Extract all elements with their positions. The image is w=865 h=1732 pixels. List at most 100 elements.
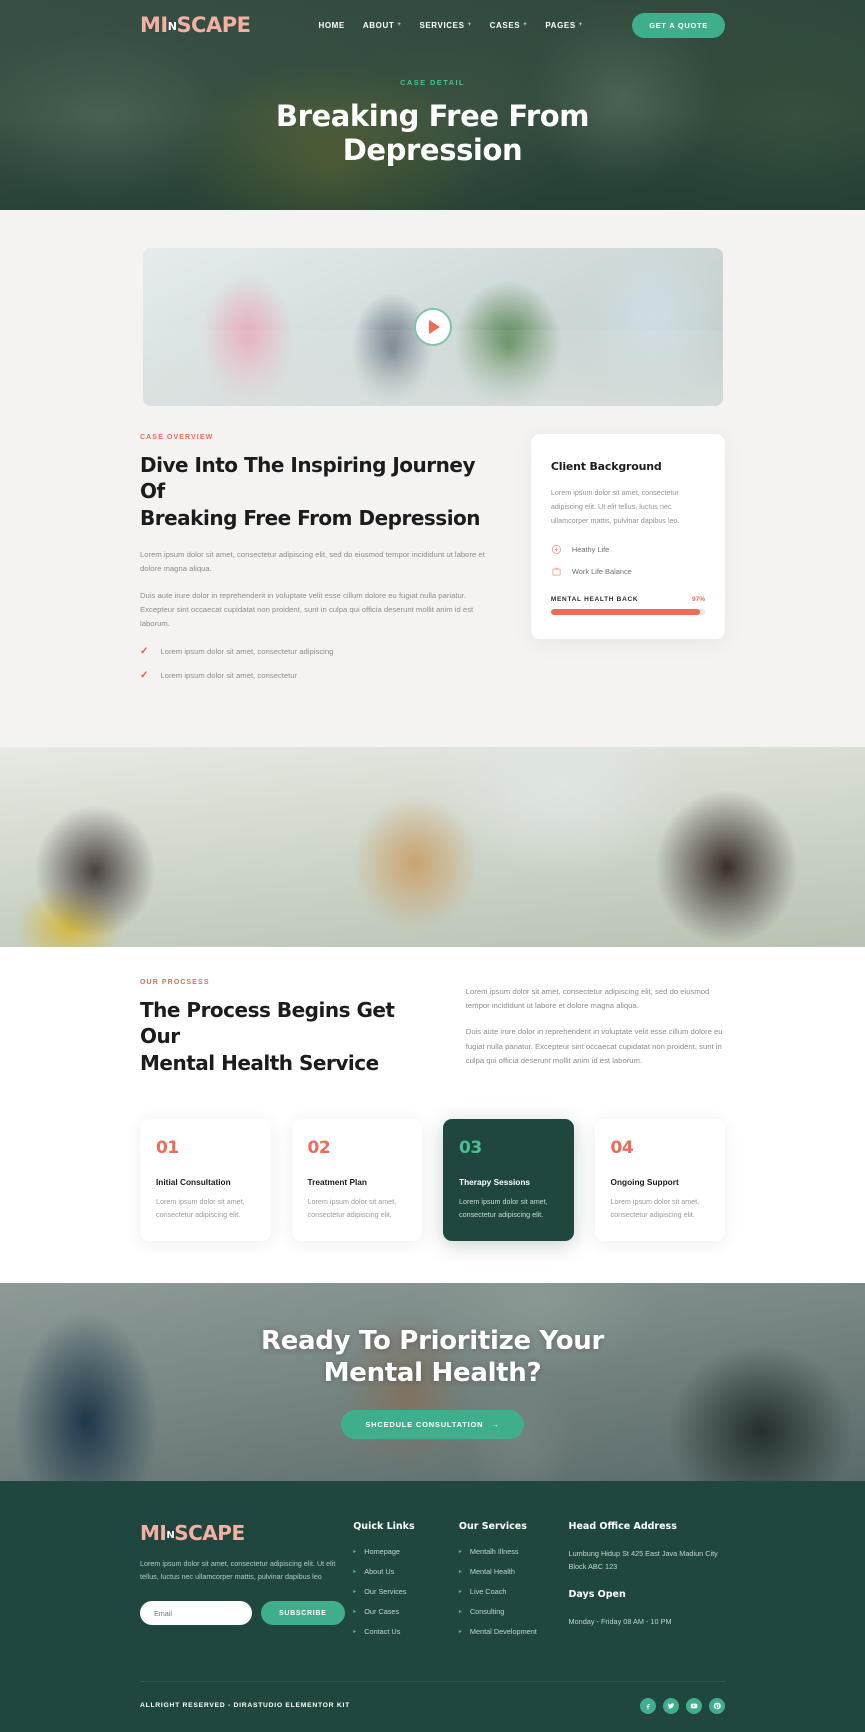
link-label: Mental Health xyxy=(469,1566,515,1576)
process-card-02[interactable]: 02 Treatment Plan Lorem ipsum dolor sit … xyxy=(291,1119,422,1241)
process-card-title: Initial Consultation xyxy=(156,1177,231,1188)
chevron-down-icon: + xyxy=(523,22,528,28)
process-card-title: Therapy Sessions xyxy=(459,1177,531,1188)
process-title-line-1: The Process Begins Get Our xyxy=(140,997,395,1049)
check-label: Lorem ipsum dolor sit amet, consectetur … xyxy=(160,647,334,657)
nav-item-cases[interactable]: CASES + xyxy=(490,21,528,30)
nav-item-services[interactable]: SERVICES + xyxy=(419,21,471,30)
chevron-down-icon: + xyxy=(578,22,583,28)
arrow-right-icon: → xyxy=(491,1419,500,1429)
footer-address-column: Head Office Address Lumbung Hidup St 425… xyxy=(569,1521,726,1647)
footer-logo-part-1: MI xyxy=(140,1520,167,1545)
progress-header: MENTAL HEALTH BACK 97% xyxy=(551,596,705,603)
footer-service-mental-health[interactable]: ▸ Mental Health xyxy=(459,1567,565,1576)
logo-part-2: SCAPE xyxy=(176,13,251,37)
process-eyebrow: OUR PROCSESS xyxy=(140,978,210,986)
chevron-down-icon: + xyxy=(397,22,402,28)
address-heading: Head Office Address xyxy=(568,1520,677,1532)
footer-service-live-coach[interactable]: ▸ Live Coach xyxy=(459,1587,565,1596)
footer-link-about-us[interactable]: ▸ About Us xyxy=(353,1567,459,1576)
process-card-04[interactable]: 04 Ongoing Support Lorem ipsum dolor sit… xyxy=(594,1119,725,1241)
footer-service-mental-illness[interactable]: ▸ Mentalh Illness xyxy=(459,1547,565,1556)
youtube-icon[interactable] xyxy=(686,1697,702,1714)
cta-title-line-2: Mental Health? xyxy=(323,1358,542,1389)
nav-label: SERVICES xyxy=(419,20,465,30)
schedule-consultation-button[interactable]: SHCEDULE CONSULTATION → xyxy=(341,1409,524,1439)
site-logo[interactable]: MINSCAPE xyxy=(140,13,251,37)
arrow-right-icon: ▸ xyxy=(458,1588,462,1595)
overview-check-list: ✓ Lorem ipsum dolor sit amet, consectetu… xyxy=(140,647,493,682)
nav-item-pages[interactable]: PAGES + xyxy=(545,21,583,30)
quick-links-heading: Quick Links xyxy=(353,1520,415,1532)
play-button-icon[interactable] xyxy=(413,308,452,346)
overview-title-line-1: Dive Into The Inspiring Journey Of xyxy=(140,453,476,504)
overview-paragraph-2: Duis aute irure dolor in reprehenderit i… xyxy=(140,590,474,629)
chevron-down-icon: + xyxy=(467,22,472,28)
process-card-03[interactable]: 03 Therapy Sessions Lorem ipsum dolor si… xyxy=(443,1119,574,1241)
client-card-title: Client Background xyxy=(550,460,662,473)
social-links xyxy=(640,1697,725,1714)
arrow-right-icon: ▸ xyxy=(353,1548,357,1555)
process-cards: 01 Initial Consultation Lorem ipsum dolo… xyxy=(140,1119,725,1241)
cta-button-label: SHCEDULE CONSULTATION xyxy=(365,1419,484,1429)
feature-label: Heathy Life xyxy=(571,545,610,555)
twitter-icon[interactable] xyxy=(663,1697,679,1714)
footer-service-mental-development[interactable]: ▸ Mental Development xyxy=(459,1627,565,1636)
process-text-column: Lorem ipsum dolor sit amet, consectetur … xyxy=(466,979,725,1080)
footer-link-homepage[interactable]: ▸ Homepage xyxy=(353,1547,459,1556)
link-label: Mentalh Illness xyxy=(469,1546,519,1556)
footer-bottom-bar: ALLRIGHT RESERVED - DIRASTUDIO ELEMENTOR… xyxy=(140,1680,725,1732)
hero-title-line-2: Depression xyxy=(342,133,523,168)
footer-link-our-services[interactable]: ▸ Our Services xyxy=(353,1587,459,1596)
process-card-text: Lorem ipsum dolor sit amet, consectetur … xyxy=(610,1197,700,1219)
overview-eyebrow: CASE OVERVIEW xyxy=(140,434,214,441)
nav-item-home[interactable]: HOME xyxy=(318,21,344,30)
video-thumbnail[interactable] xyxy=(142,248,723,406)
list-item: Heathy Life xyxy=(551,544,705,555)
link-label: Live Coach xyxy=(469,1586,507,1596)
process-card-01[interactable]: 01 Initial Consultation Lorem ipsum dolo… xyxy=(140,1119,271,1241)
main-navbar: MINSCAPE HOME ABOUT + SERVICES + CASES + PA… xyxy=(0,0,865,40)
process-card-title: Treatment Plan xyxy=(307,1177,367,1188)
cta-section: Ready To Prioritize Your Mental Health? … xyxy=(0,1282,865,1481)
address-text: Lumbung Hidup St 425 East Java Madiun Ci… xyxy=(568,1548,718,1572)
arrow-right-icon: ▸ xyxy=(458,1548,462,1555)
hero-title-line-1: Breaking Free From xyxy=(275,99,590,133)
check-label: Lorem ipsum dolor sit amet, consectetur xyxy=(160,671,298,681)
subscribe-button[interactable]: SUBSCRIBE xyxy=(261,1601,345,1626)
nav-item-about[interactable]: ABOUT + xyxy=(363,21,402,30)
footer-link-our-cases[interactable]: ▸ Our Cases xyxy=(353,1607,459,1616)
process-card-text: Lorem ipsum dolor sit amet, consectetur … xyxy=(459,1197,548,1219)
hero-section: MINSCAPE HOME ABOUT + SERVICES + CASES + PA… xyxy=(0,0,865,210)
facebook-icon[interactable] xyxy=(640,1697,656,1714)
get-a-quote-button[interactable]: GET A QUOTE xyxy=(632,12,725,38)
team-photo-banner xyxy=(0,746,865,947)
process-title: The Process Begins Get Our Mental Health… xyxy=(140,997,418,1076)
footer-services-column: Our Services ▸ Mentalh Illness ▸ Mental He… xyxy=(459,1521,565,1647)
footer-logo[interactable]: MINSCAPE xyxy=(140,1521,353,1545)
footer-link-contact-us[interactable]: ▸ Contact Us xyxy=(353,1627,459,1636)
process-number: 02 xyxy=(307,1138,331,1159)
link-label: About Us xyxy=(364,1566,395,1576)
checkmark-icon: ✓ xyxy=(140,670,149,682)
footer-brand-column: MINSCAPE Lorem ipsum dolor sit amet, con… xyxy=(140,1521,353,1647)
overview-title: Dive Into The Inspiring Journey Of Break… xyxy=(140,452,493,531)
process-paragraph-1: Lorem ipsum dolor sit amet, consectetur … xyxy=(465,986,710,1011)
link-label: Mental Development xyxy=(469,1626,537,1636)
feature-label: Work Life Balance xyxy=(571,567,632,577)
copyright-text: ALLRIGHT RESERVED - DIRASTUDIO ELEMENTOR… xyxy=(140,1702,350,1710)
arrow-right-icon: ▸ xyxy=(458,1628,462,1635)
briefcase-icon xyxy=(551,566,562,577)
nav-label: CASES xyxy=(489,20,521,30)
arrow-right-icon: ▸ xyxy=(353,1628,357,1635)
process-title-line-2: Mental Health Service xyxy=(140,1050,379,1075)
footer-service-consulting[interactable]: ▸ Consulting xyxy=(459,1607,565,1616)
link-label: Contact Us xyxy=(364,1626,401,1636)
page-root: MINSCAPE HOME ABOUT + SERVICES + CASES + PA… xyxy=(0,0,865,1732)
case-overview-section: CASE OVERVIEW Dive Into The Inspiring Jo… xyxy=(0,406,865,747)
process-header: OUR PROCSESS The Process Begins Get Our … xyxy=(140,979,725,1093)
hero-text-block: CASE DETAIL Breaking Free From Depressio… xyxy=(0,78,865,167)
pinterest-icon[interactable] xyxy=(709,1697,725,1714)
link-label: Consulting xyxy=(469,1606,505,1616)
email-input[interactable] xyxy=(140,1601,252,1626)
